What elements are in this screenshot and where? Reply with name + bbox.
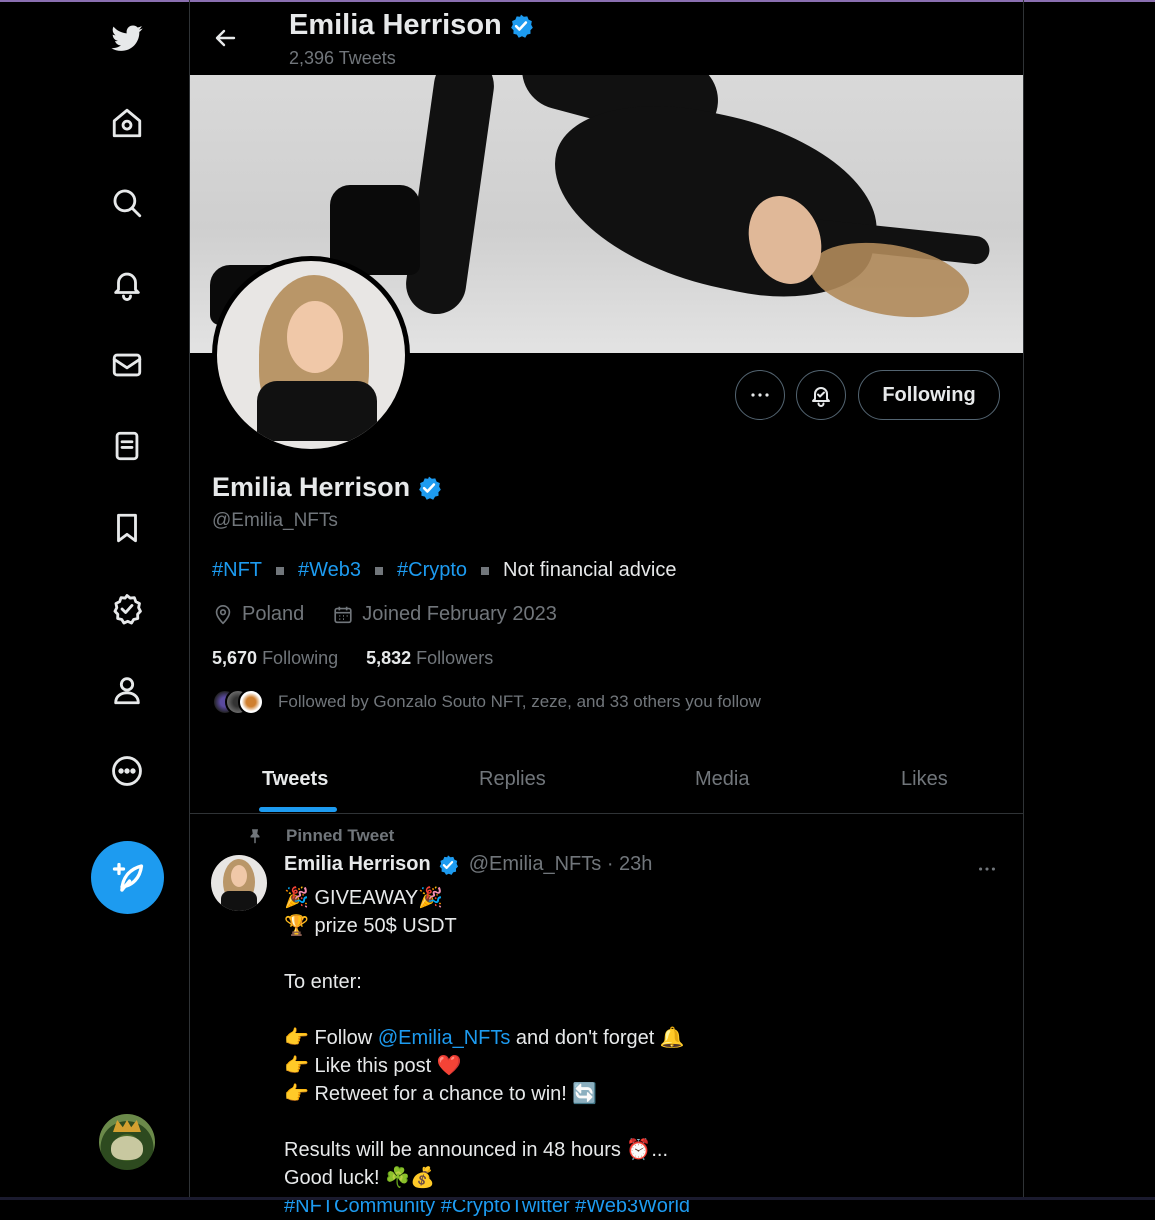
back-button[interactable] [206, 18, 246, 58]
profile-name: Emilia Herrison [212, 472, 410, 503]
mutual-avatar [238, 689, 264, 715]
tab-tweets[interactable]: Tweets [262, 745, 328, 814]
twitter-logo-icon[interactable] [106, 18, 148, 60]
tweet-author-name[interactable]: Emilia Herrison [284, 853, 431, 876]
compose-icon [110, 860, 146, 896]
mutual-followers-avatars [212, 689, 264, 715]
tweet-text: 🎉 GIVEAWAY🎉 🏆 prize 50$ USDT To enter: 👉… [284, 884, 1004, 1220]
following-count: 5,670 [212, 648, 257, 668]
followed-by-row[interactable]: Followed by Gonzalo Souto NFT, zeze, and… [212, 689, 761, 715]
hashtag-link[interactable]: #Crypto [397, 559, 467, 582]
verified-check-icon [508, 13, 534, 39]
search-icon[interactable] [106, 182, 148, 224]
verified-badge-icon[interactable] [106, 588, 148, 630]
tab-media[interactable]: Media [695, 745, 749, 814]
more-icon[interactable] [106, 750, 148, 792]
profile-bio: #NFT #Web3 #Crypto Not financial advice [212, 559, 676, 582]
pinned-label-row: Pinned Tweet [246, 826, 394, 846]
profile-handle: @Emilia_NFTs [212, 510, 338, 532]
followers-count-link[interactable]: 5,832 Followers [366, 648, 493, 669]
profile-avatar[interactable] [212, 256, 410, 454]
bell-icon[interactable] [106, 263, 148, 305]
following-count-link[interactable]: 5,670 Following [212, 648, 338, 669]
home-icon[interactable] [106, 102, 148, 144]
bookmark-icon[interactable] [106, 507, 148, 549]
profile-joined-date: Joined February 2023 [362, 603, 557, 626]
lists-icon[interactable] [106, 425, 148, 467]
account-avatar[interactable] [99, 1114, 155, 1170]
profile-meta: Poland Joined February 2023 [212, 603, 557, 626]
tweet-line: 🎉 GIVEAWAY🎉 [284, 884, 1004, 912]
tweet-line: To enter: [284, 968, 1004, 996]
tweet-line [284, 940, 1004, 968]
profile-location: Poland [242, 603, 304, 626]
tweet-line [284, 996, 1004, 1024]
profile-icon[interactable] [106, 669, 148, 711]
separator-square [481, 567, 489, 575]
profile-name-row: Emilia Herrison [212, 472, 442, 503]
tweet-line [284, 1108, 1004, 1136]
tweet-line: Good luck! ☘️💰 [284, 1164, 1004, 1192]
tweet-follow-line: 👉 Follow @Emilia_NFTs and don't forget 🔔 [284, 1024, 1004, 1052]
pin-icon [246, 827, 264, 845]
notifications-toggle-button[interactable] [796, 370, 846, 420]
ellipsis-icon [748, 383, 772, 407]
tweet-line: 👉 Like this post ❤️ [284, 1052, 1004, 1080]
tab-likes[interactable]: Likes [901, 745, 948, 814]
verified-check-icon [437, 854, 459, 876]
ellipsis-icon [976, 858, 998, 880]
tweet-line: Results will be announced in 48 hours ⏰.… [284, 1136, 1004, 1164]
active-tab-indicator [259, 807, 337, 812]
calendar-icon [332, 604, 354, 626]
bio-text: Not financial advice [503, 559, 676, 582]
hashtag-link[interactable]: #Web3 [298, 559, 361, 582]
tweet-more-button[interactable] [970, 852, 1004, 886]
tweet-line: 👉 Retweet for a chance to win! 🔄 [284, 1080, 1004, 1108]
header-title: Emilia Herrison [289, 9, 534, 42]
follow-prefix: 👉 Follow [284, 1027, 378, 1049]
tweet-header: Emilia Herrison @Emilia_NFTs · 23h [284, 853, 652, 876]
tab-replies[interactable]: Replies [479, 745, 546, 814]
following-label: Following [262, 648, 338, 668]
compose-tweet-button[interactable] [91, 841, 164, 914]
separator-square [375, 567, 383, 575]
sidebar [0, 0, 189, 1200]
mail-icon[interactable] [106, 344, 148, 386]
pinned-label: Pinned Tweet [286, 826, 394, 846]
tweet-line: 🏆 prize 50$ USDT [284, 912, 1004, 940]
arrow-left-icon [214, 26, 238, 50]
hashtag-link[interactable]: #NFT [212, 559, 262, 582]
tweet-count: 2,396 Tweets [289, 48, 396, 69]
more-options-button[interactable] [735, 370, 785, 420]
followers-label: Followers [416, 648, 493, 668]
followers-count: 5,832 [366, 648, 411, 668]
bell-check-icon [809, 383, 833, 407]
mention-link[interactable]: @Emilia_NFTs [378, 1027, 511, 1049]
tweet-author-avatar[interactable] [211, 855, 267, 911]
verified-check-icon [416, 475, 442, 501]
profile-stats: 5,670 Following 5,832 Followers [212, 648, 493, 669]
follow-suffix: and don't forget 🔔 [510, 1027, 684, 1049]
tweet-handle-time[interactable]: @Emilia_NFTs · 23h [469, 853, 653, 876]
separator-square [276, 567, 284, 575]
header-name: Emilia Herrison [289, 9, 502, 42]
following-button[interactable]: Following [858, 370, 1000, 420]
profile-tabs: Tweets Replies Media Likes [190, 745, 1023, 814]
followed-by-text: Followed by Gonzalo Souto NFT, zeze, and… [278, 692, 761, 712]
location-pin-icon [212, 604, 234, 626]
